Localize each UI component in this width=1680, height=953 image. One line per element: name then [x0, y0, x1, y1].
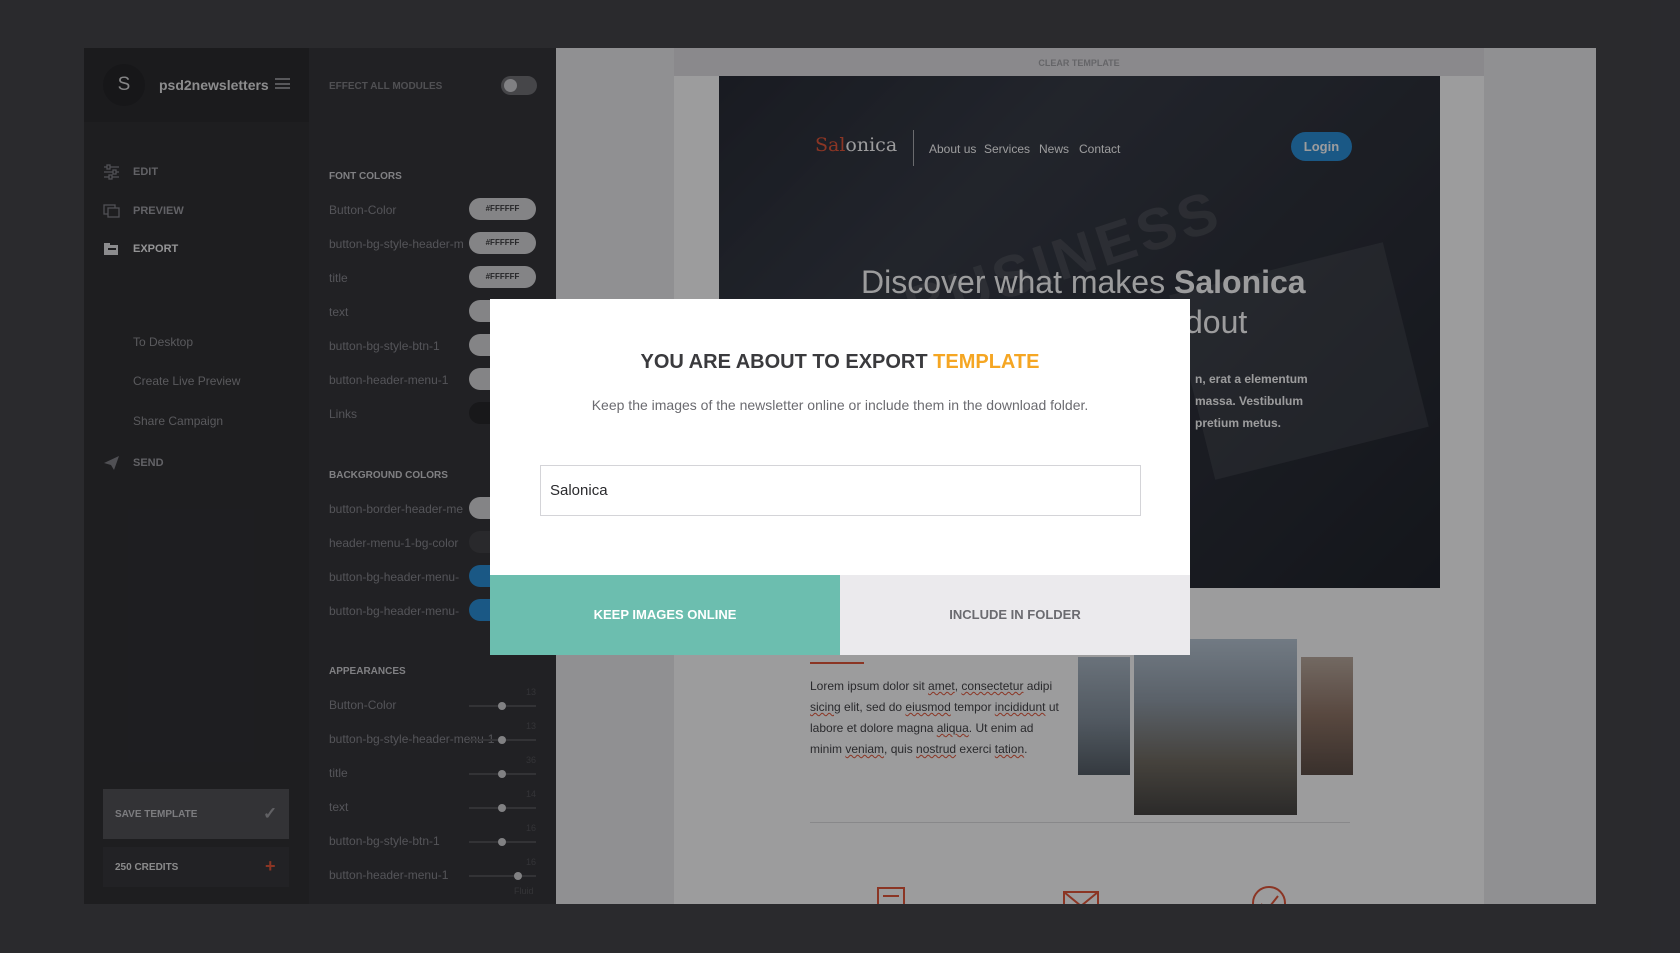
modal-title-accent: TEMPLATE	[933, 351, 1040, 373]
modal-title-plain: YOU ARE ABOUT TO EXPORT	[640, 351, 934, 373]
template-name-input[interactable]	[540, 465, 1141, 516]
export-modal: YOU ARE ABOUT TO EXPORT TEMPLATE Keep th…	[490, 299, 1190, 655]
modal-title: YOU ARE ABOUT TO EXPORT TEMPLATE	[490, 351, 1190, 374]
keep-images-online-button[interactable]: KEEP IMAGES ONLINE	[490, 575, 840, 655]
modal-subtitle: Keep the images of the newsletter online…	[591, 397, 1089, 413]
include-in-folder-button[interactable]: INCLUDE IN FOLDER	[840, 575, 1190, 655]
